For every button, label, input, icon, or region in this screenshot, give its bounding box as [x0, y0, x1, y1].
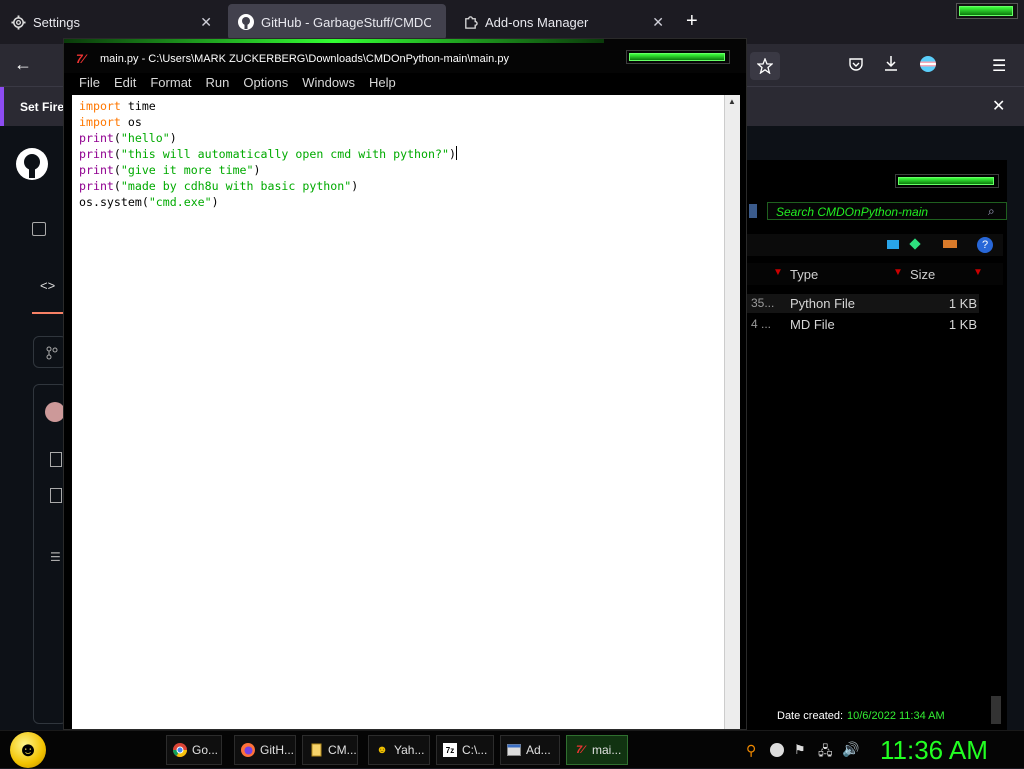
pocket-icon[interactable]: [848, 56, 864, 77]
7zip-icon: 7z: [443, 743, 457, 757]
file-icon: [50, 452, 62, 467]
new-tab-button[interactable]: +: [686, 10, 698, 33]
tray-flag-icon[interactable]: ⚑: [794, 742, 806, 758]
chrome-icon: [173, 743, 187, 757]
close-notification-icon[interactable]: ✕: [992, 96, 1005, 116]
code-tab-icon[interactable]: <>: [40, 278, 55, 293]
taskbar-explorer[interactable]: CM...: [302, 735, 358, 765]
menu-run[interactable]: Run: [206, 73, 230, 93]
start-button[interactable]: ☻: [10, 732, 46, 768]
scroll-up-icon[interactable]: ▲: [728, 97, 740, 106]
github-logo-icon[interactable]: [16, 148, 48, 185]
table-row[interactable]: 4 ... MD File 1 KB: [747, 315, 979, 334]
tab-github[interactable]: GitHub - GarbageStuff/CMDOn: [228, 4, 446, 40]
github-icon: [238, 14, 254, 30]
repo-icon: [32, 222, 46, 236]
tab-label: Add-ons Manager: [485, 14, 589, 30]
tab-settings[interactable]: Settings ✕: [0, 4, 222, 40]
taskbar-addons[interactable]: Ad...: [500, 735, 560, 765]
window-icon: [507, 743, 521, 757]
puzzle-icon: [462, 14, 478, 30]
explorer-toolbar: ?: [747, 234, 1003, 256]
explorer-window: Search CMDOnPython-main ⌕ ? ▼ Type ▼ Siz…: [745, 160, 1007, 730]
help-icon[interactable]: ?: [977, 237, 993, 253]
code-line[interactable]: print("give it more time"): [79, 162, 457, 178]
idle-menu-bar: File Edit Format Run Options Windows Hel…: [64, 73, 746, 93]
idle-title-bar[interactable]: 7⁄ main.py - C:\Users\MARK ZUCKERBERG\Do…: [64, 39, 746, 73]
window-title: main.py - C:\Users\MARK ZUCKERBERG\Downl…: [100, 53, 509, 65]
taskbar-firefox[interactable]: GitH...: [234, 735, 296, 765]
back-arrow-icon[interactable]: ←: [14, 54, 32, 75]
menu-edit[interactable]: Edit: [114, 73, 136, 93]
taskbar-idle[interactable]: 7⁄ mai...: [566, 735, 628, 765]
tray-status-icon[interactable]: [770, 743, 784, 757]
date-created-label: Date created:: [777, 710, 844, 722]
preview-pane-icon[interactable]: [887, 240, 899, 249]
avatar: [45, 402, 65, 422]
column-header-row: ▼ Type ▼ Size ▼: [747, 263, 1003, 285]
tab-label: GitHub - GarbageStuff/CMDOn: [261, 14, 431, 30]
text-cursor: [455, 146, 457, 160]
close-tab-icon[interactable]: ✕: [652, 14, 664, 31]
taskbar-clock[interactable]: 11:36 AM: [880, 731, 988, 769]
list-icon: ☰: [50, 550, 61, 564]
menu-options[interactable]: Options: [243, 73, 288, 93]
code-line[interactable]: import time: [79, 98, 457, 114]
notification-text: Set Fire: [20, 100, 65, 114]
window-controls[interactable]: [956, 3, 1018, 19]
branch-button[interactable]: [33, 336, 67, 368]
view-icon[interactable]: [909, 238, 921, 250]
network-icon[interactable]: 🖧: [818, 742, 833, 764]
smiley-icon: ☻: [17, 738, 39, 761]
volume-icon[interactable]: 🔊: [842, 741, 859, 758]
search-icon[interactable]: ⚲: [746, 742, 756, 759]
gear-icon: [10, 14, 26, 30]
idle-editor-window: 7⁄ main.py - C:\Users\MARK ZUCKERBERG\Do…: [63, 38, 747, 730]
firefox-icon: [241, 743, 255, 757]
menu-file[interactable]: File: [79, 73, 100, 93]
explorer-window-controls[interactable]: [895, 174, 999, 188]
column-size[interactable]: Size: [910, 267, 935, 282]
menu-help[interactable]: Help: [369, 73, 396, 93]
account-avatar-icon[interactable]: [920, 56, 936, 72]
code-line[interactable]: import os: [79, 114, 457, 130]
taskbar-yahoo[interactable]: ☻ Yah...: [368, 735, 430, 765]
menu-windows[interactable]: Windows: [302, 73, 355, 93]
code-line[interactable]: print("made by cdh8u with basic python"): [79, 178, 457, 194]
bookmark-star-icon[interactable]: [750, 52, 780, 80]
search-icon[interactable]: ⌕: [988, 204, 995, 219]
code-line[interactable]: os.system("cmd.exe"): [79, 194, 457, 210]
taskbar: ☻ Go... GitH... CM... ☻ Yah... 7z C:\...…: [0, 730, 1024, 768]
column-type[interactable]: Type: [790, 267, 818, 282]
taskbar-chrome[interactable]: Go...: [166, 735, 222, 765]
tab-addons[interactable]: Add-ons Manager ✕: [452, 4, 674, 40]
python-idle-icon: 7⁄: [76, 52, 85, 66]
code-text[interactable]: import time import os print("hello") print(…: [79, 98, 457, 210]
idle-window-controls[interactable]: [626, 50, 730, 64]
tab-label: Settings: [33, 14, 80, 30]
close-tab-icon[interactable]: ✕: [200, 14, 212, 31]
menu-format[interactable]: Format: [150, 73, 191, 93]
code-editor[interactable]: import time import os print("hello") print(…: [72, 95, 724, 729]
code-line[interactable]: print("this will automatically open cmd …: [79, 146, 457, 162]
search-input[interactable]: Search CMDOnPython-main: [767, 202, 1007, 220]
library-icon[interactable]: [943, 240, 957, 248]
scrollbar[interactable]: [991, 696, 1001, 724]
download-icon[interactable]: [883, 55, 899, 77]
file-icon: [50, 488, 62, 503]
code-line[interactable]: print("hello"): [79, 130, 457, 146]
hamburger-menu-icon[interactable]: ☰: [992, 56, 1006, 76]
editor-scrollbar[interactable]: ▲: [724, 95, 740, 729]
python-idle-icon: 7⁄: [576, 744, 584, 756]
table-row[interactable]: 35... Python File 1 KB: [747, 294, 979, 313]
yahoo-messenger-icon: ☻: [376, 744, 388, 756]
date-created-value: 10/6/2022 11:34 AM: [847, 710, 945, 722]
taskbar-7zip[interactable]: 7z C:\...: [436, 735, 494, 765]
folder-icon: [309, 743, 323, 757]
